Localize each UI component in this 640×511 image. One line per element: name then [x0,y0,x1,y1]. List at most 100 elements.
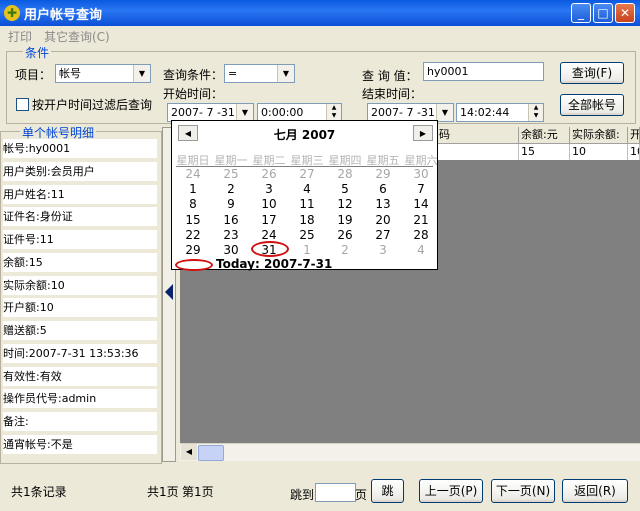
calendar-day[interactable]: 29 [174,243,212,257]
calendar-day[interactable]: 1 [174,182,212,196]
end-date-value: 2007- 7 -31 [371,106,435,119]
calendar-today-link[interactable]: Today: 2007-7-31 [216,257,332,271]
calendar-day[interactable]: 1 [288,243,326,257]
menu-print[interactable]: 打印 [8,28,32,45]
calendar-day[interactable]: 10 [250,197,288,211]
calendar-day[interactable]: 12 [326,197,364,211]
calendar-day[interactable]: 24 [174,167,212,181]
jump-page-input[interactable] [315,483,356,502]
calendar-day[interactable]: 2 [212,182,250,196]
scroll-thumb[interactable] [198,445,224,461]
collapse-left-icon[interactable] [165,284,173,300]
calendar-day[interactable]: 17 [250,213,288,227]
calendar-day[interactable]: 25 [288,228,326,242]
calendar-day[interactable]: 9 [212,197,250,211]
calendar-day[interactable]: 18 [288,213,326,227]
highlight-circle [251,241,289,257]
calendar-day[interactable]: 4 [402,243,440,257]
spinner-arrows-icon[interactable]: ▲ ▼ [528,104,543,121]
calendar-day[interactable]: 24 [250,228,288,242]
query-button[interactable]: 查询(F) [560,62,624,84]
grid-header-code[interactable]: 码 [437,127,519,144]
calendar-day[interactable]: 26 [326,228,364,242]
calendar-day[interactable]: 3 [364,243,402,257]
query-value-label: 查 询 值： [362,69,418,83]
calendar-day[interactable]: 20 [364,213,402,227]
close-button[interactable]: ✕ [615,3,635,23]
calendar-day[interactable]: 23 [212,228,250,242]
calendar-next-button[interactable]: ▶ [413,125,433,141]
calendar-day[interactable]: 4 [288,182,326,196]
filter-checkbox[interactable] [16,98,29,111]
detail-field: 帐号:hy0001 [3,139,157,158]
calendar-day[interactable]: 11 [288,197,326,211]
spinner-arrows-icon[interactable]: ▲ ▼ [326,104,341,121]
detail-field: 实际余额:10 [3,275,157,295]
grid-cell[interactable]: 15 [519,144,570,160]
calendar-day[interactable]: 29 [364,167,402,181]
calendar-day[interactable]: 5 [326,182,364,196]
today-marker-circle [175,259,213,271]
maximize-button[interactable]: □ [593,3,613,23]
detail-field: 备注: [3,412,157,431]
grid-header-open[interactable]: 开 [628,127,640,144]
jump-label: 跳到 [290,488,315,502]
calendar-day[interactable]: 25 [212,167,250,181]
horizontal-scrollbar[interactable]: ◀ [180,443,640,461]
detail-field: 余额:15 [3,252,157,272]
minimize-button[interactable]: _ [571,3,591,23]
calendar-day[interactable]: 14 [402,197,440,211]
calendar-day[interactable]: 15 [174,213,212,227]
calendar-day[interactable]: 30 [402,167,440,181]
calendar-day[interactable]: 27 [364,228,402,242]
calendar-popup: ◀ 七月 2007 ▶ 星期日 星期一 星期二 星期三 星期四 星期五 星期六 24 25 26… [171,120,440,271]
filter-checkbox-label: 按开户时间过滤后查询 [32,98,153,112]
calendar-day[interactable]: 22 [174,228,212,242]
jump-button[interactable]: 跳 [371,479,404,503]
menu-other-query[interactable]: 其它查询(C) [44,28,110,45]
calendar-day[interactable]: 3 [250,182,288,196]
detail-field: 证件名:身份证 [3,207,157,227]
app-icon: ✚ [4,5,20,21]
item-label: 项目： [15,68,52,82]
chevron-down-icon[interactable]: ▼ [236,104,253,121]
end-time-spinner[interactable]: 14:02:44 ▲ ▼ [456,103,544,122]
calendar-day[interactable]: 28 [402,228,440,242]
calendar-day[interactable]: 26 [250,167,288,181]
start-time-value: 0:00:00 [261,106,304,119]
start-time-label: 开始时间： [163,87,224,101]
detail-field: 用户类别:会员用户 [3,161,157,181]
calendar-day[interactable]: 27 [288,167,326,181]
calendar-day[interactable]: 30 [212,243,250,257]
prev-page-button[interactable]: 上一页(P) [419,479,483,503]
calendar-day[interactable]: 28 [326,167,364,181]
page-unit-label: 页 [355,488,368,502]
grid-header-balance[interactable]: 余额:元 [519,127,570,144]
grid-cell[interactable] [437,144,519,160]
back-button[interactable]: 返回(R) [562,479,628,503]
query-value-input[interactable]: hy0001 [423,62,544,81]
calendar-day[interactable]: 7 [402,182,440,196]
calendar-day[interactable]: 8 [174,197,212,211]
record-count: 共1条记录 [11,485,67,499]
calendar-day[interactable]: 21 [402,213,440,227]
detail-field: 开户额:10 [3,298,157,318]
chevron-down-icon[interactable]: ▼ [436,104,453,121]
all-accounts-button[interactable]: 全部帐号 [560,94,624,116]
current-page: 第1页 [182,485,214,499]
calendar-day[interactable]: 2 [326,243,364,257]
calendar-day[interactable]: 16 [212,213,250,227]
criteria-select[interactable]: = ▼ [224,64,295,83]
next-page-button[interactable]: 下一页(N) [491,479,555,503]
calendar-day[interactable]: 13 [364,197,402,211]
grid-cell[interactable]: 10 [628,144,640,160]
calendar-day[interactable]: 19 [326,213,364,227]
grid-cell[interactable]: 10 [570,144,628,160]
scroll-left-icon[interactable]: ◀ [181,444,197,460]
grid-header-actual-balance[interactable]: 实际余额: [570,127,628,144]
calendar-day[interactable]: 6 [364,182,402,196]
chevron-down-icon[interactable]: ▼ [277,65,294,82]
chevron-down-icon[interactable]: ▼ [133,65,150,82]
calendar-month-title[interactable]: 七月 2007 [172,126,437,143]
item-select[interactable]: 帐号 ▼ [55,64,151,83]
